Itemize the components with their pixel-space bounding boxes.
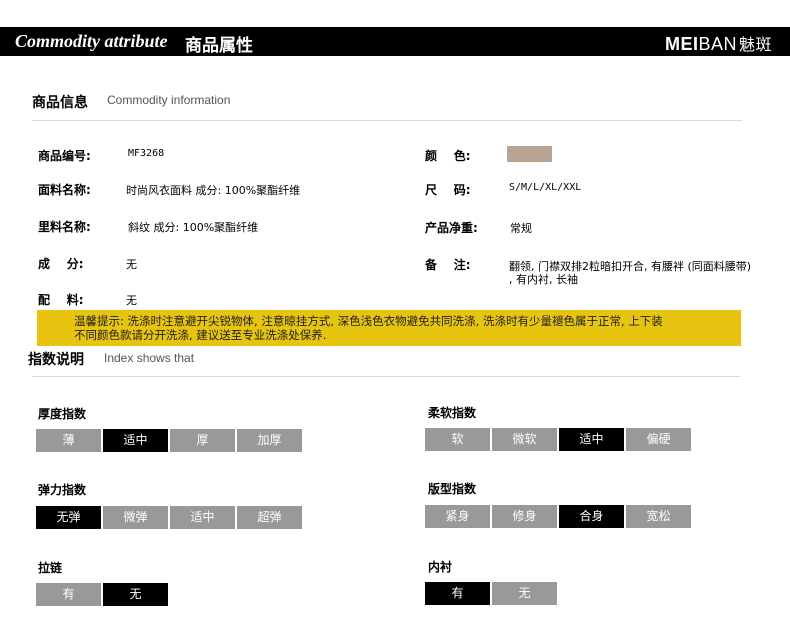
thickness-option-2: 厚: [170, 429, 235, 452]
size-value: S/M/L/XL/XXL: [509, 182, 582, 193]
elasticity-index-bar: 无弹 微弹 适中 超弹: [36, 506, 302, 529]
thickness-index-title: 厚度指数: [38, 407, 87, 421]
elasticity-option-0: 无弹: [36, 506, 101, 529]
info-section-title: 商品信息: [32, 95, 88, 111]
fabric-value: 时尚风衣面料 成分: 100%聚酯纤维: [126, 184, 301, 197]
zipper-option-1: 无: [103, 583, 168, 606]
item-no-value: MF3268: [128, 148, 165, 159]
fit-option-0: 紧身: [425, 505, 490, 528]
composition-value: 无: [126, 258, 137, 271]
fit-option-3: 宽松: [626, 505, 691, 528]
net-weight-label: 产品净重:: [425, 221, 478, 235]
color-swatch: [507, 146, 552, 162]
divider: [32, 376, 740, 377]
thickness-option-0: 薄: [36, 429, 101, 452]
fit-option-1: 修身: [492, 505, 557, 528]
banner-title-zh: 商品属性: [185, 36, 253, 56]
elasticity-option-1: 微弹: [103, 506, 168, 529]
elasticity-option-3: 超弹: [237, 506, 302, 529]
accessory-value: 无: [126, 294, 137, 307]
fit-index-title: 版型指数: [428, 482, 477, 496]
net-weight-value: 常规: [510, 222, 532, 235]
index-section-subtitle: Index shows that: [104, 351, 195, 365]
care-notice: 温馨提示: 洗涤时注意避开尖锐物体, 注意晾挂方式, 深色浅色衣物避免共同洗涤,…: [37, 310, 741, 346]
zipper-option-0: 有: [36, 583, 101, 606]
color-label: 颜 色:: [425, 149, 471, 163]
item-no-label: 商品编号:: [38, 149, 91, 163]
lining-index-bar: 有无: [425, 582, 557, 605]
header-banner: Commodity attribute 商品属性 MEIBAN 魅斑: [0, 27, 790, 56]
zipper-index-title: 拉链: [38, 561, 63, 575]
index-section-title: 指数说明: [28, 352, 84, 368]
thickness-option-1: 适中: [103, 429, 168, 452]
info-section-subtitle: Commodity information: [107, 93, 231, 107]
care-notice-line1: 温馨提示: 洗涤时注意避开尖锐物体, 注意晾挂方式, 深色浅色衣物避免共同洗涤,…: [74, 314, 663, 328]
softness-index-bar: 软微软 适中 偏硬: [425, 428, 691, 451]
fabric-label: 面料名称:: [38, 183, 91, 197]
banner-title-en: Commodity attribute: [15, 31, 168, 51]
lining-option-1: 无: [492, 582, 557, 605]
fit-option-2: 合身: [559, 505, 624, 528]
zipper-index-bar: 有无: [36, 583, 168, 606]
lining-value: 斜纹 成分: 100%聚酯纤维: [128, 221, 259, 234]
softness-option-3: 偏硬: [626, 428, 691, 451]
composition-label: 成 分:: [38, 257, 84, 271]
accessory-label: 配 料:: [38, 293, 84, 307]
care-notice-line2: 不同颜色款请分开洗涤, 建议送至专业洗涤处保养.: [74, 328, 327, 342]
note-value-line2: , 有内衬, 长袖: [509, 273, 578, 286]
note-label: 备 注:: [425, 258, 471, 272]
thickness-option-3: 加厚: [237, 429, 302, 452]
elasticity-option-2: 适中: [170, 506, 235, 529]
brand-logo: MEIBAN 魅斑: [664, 34, 772, 54]
fit-index-bar: 紧身 修身 合身 宽松: [425, 505, 691, 528]
thickness-index-bar: 薄适中厚加厚: [36, 429, 302, 452]
lining-label: 里料名称:: [38, 220, 91, 234]
divider: [32, 120, 742, 121]
softness-option-1: 微软: [492, 428, 557, 451]
elasticity-index-title: 弹力指数: [38, 483, 87, 497]
softness-option-2: 适中: [559, 428, 624, 451]
size-label: 尺 码:: [425, 183, 471, 197]
softness-option-0: 软: [425, 428, 490, 451]
softness-index-title: 柔软指数: [428, 406, 477, 420]
lining-index-title: 内衬: [428, 560, 453, 574]
lining-option-0: 有: [425, 582, 490, 605]
